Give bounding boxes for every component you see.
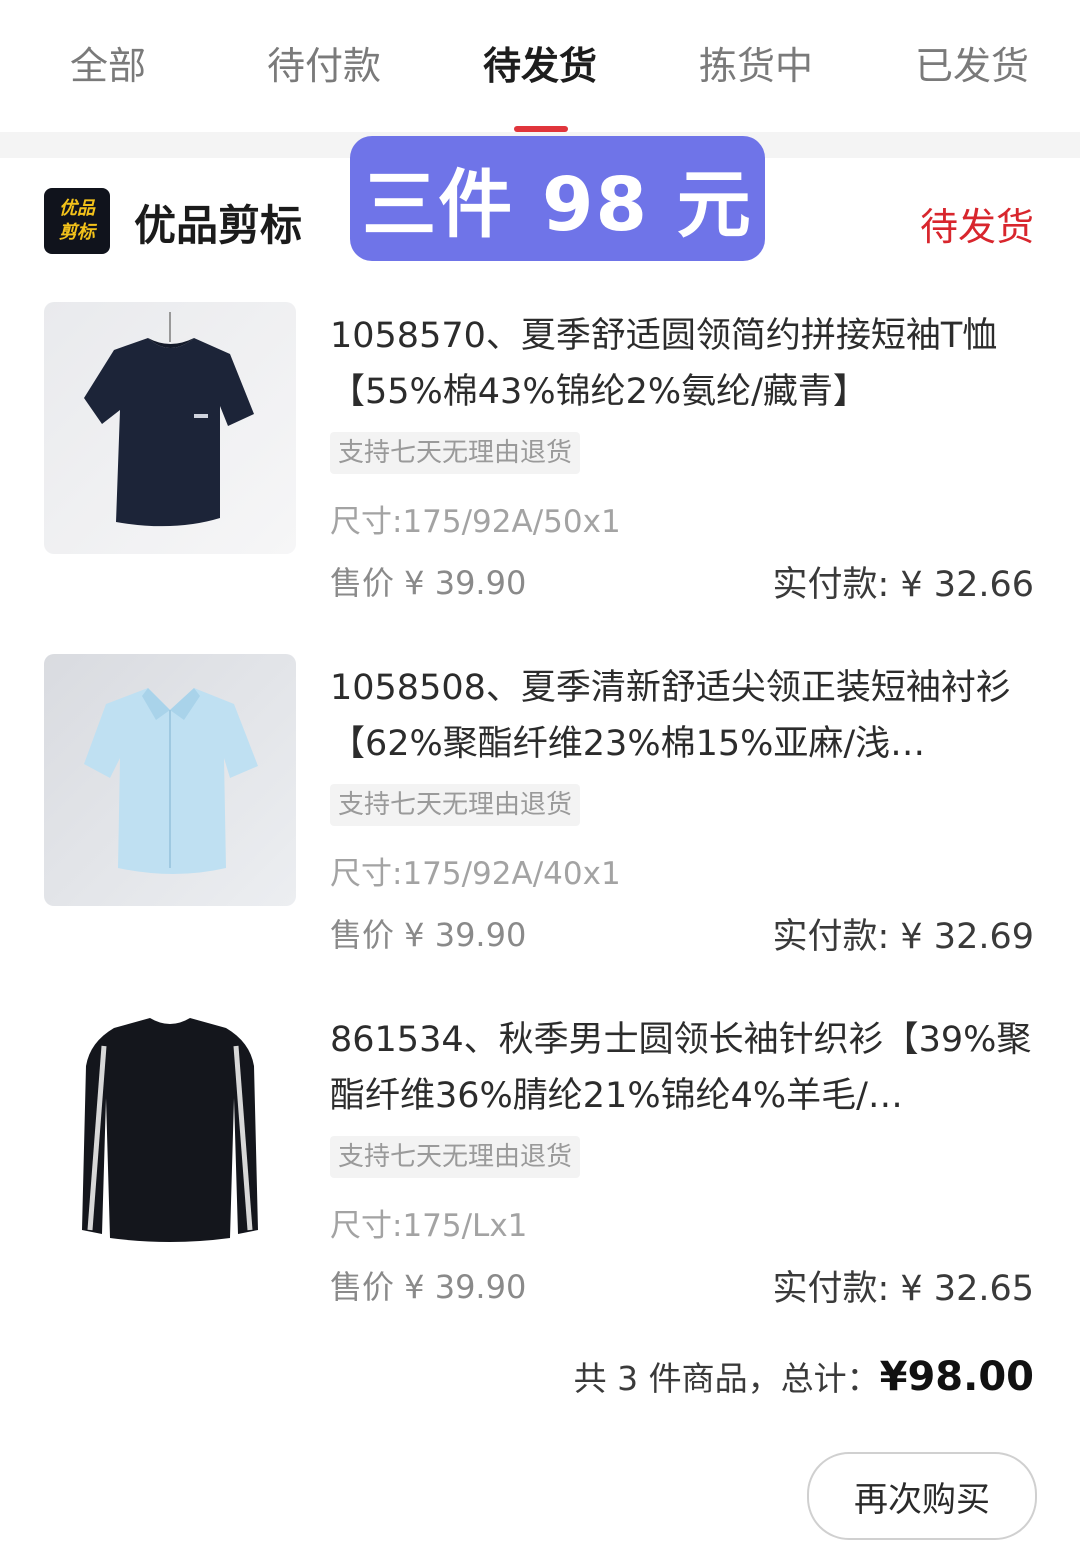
shop-logo-text: 优品 [59, 198, 95, 219]
product-spec: 尺寸:175/Lx1 [330, 1208, 528, 1244]
order-summary: 共 3 件商品，总计：¥98.00 [574, 1352, 1034, 1400]
return-policy-tag: 支持七天无理由退货 [330, 432, 581, 474]
shop-logo-text: 剪标 [59, 222, 95, 243]
tab-pending-payment[interactable]: 待付款 [216, 35, 432, 90]
product-title[interactable]: 1058570、夏季舒适圆领简约拼接短袖T恤【55%棉43%锦纶2%氨纶/藏青】 [330, 308, 1036, 420]
product-title[interactable]: 1058508、夏季清新舒适尖领正装短袖衬衫【62%聚酯纤维23%棉15%亚麻/… [330, 660, 1036, 772]
tab-picking[interactable]: 拣货中 [648, 35, 864, 90]
product-price: 售价 ¥ 39.90 [330, 1268, 527, 1306]
shop-logo[interactable]: 优品 剪标 [44, 188, 110, 254]
order-item[interactable]: 1058570、夏季舒适圆领简约拼接短袖T恤【55%棉43%锦纶2%氨纶/藏青】… [0, 302, 1080, 622]
order-total: ¥98.00 [879, 1354, 1034, 1400]
product-image-black-sweater[interactable] [44, 1006, 296, 1258]
buy-again-button[interactable]: 再次购买 [807, 1452, 1037, 1540]
item-count-text: 共 3 件商品，总计： [573, 1359, 880, 1398]
return-policy-tag: 支持七天无理由退货 [330, 1136, 581, 1178]
order-item[interactable]: 861534、秋季男士圆领长袖针织衫【39%聚酯纤维36%腈纶21%锦纶4%羊毛… [0, 1006, 1080, 1326]
tab-shipped[interactable]: 已发货 [864, 35, 1080, 90]
promo-banner: 三件 98 元 [350, 136, 765, 261]
product-price: 售价 ¥ 39.90 [330, 916, 527, 954]
product-price: 售价 ¥ 39.90 [330, 564, 527, 602]
product-image-light-blue-shirt[interactable] [44, 654, 296, 906]
return-policy-tag: 支持七天无理由退货 [330, 784, 581, 826]
product-image-navy-tshirt[interactable] [44, 302, 296, 554]
paid-amount: 实付款: ¥ 32.66 [772, 565, 1034, 605]
paid-amount: 实付款: ¥ 32.69 [772, 917, 1034, 957]
tab-all[interactable]: 全部 [0, 35, 216, 90]
paid-amount: 实付款: ¥ 32.65 [772, 1269, 1034, 1309]
order-status-tabs: 全部 待付款 待发货 拣货中 已发货 [0, 0, 1080, 132]
tab-pending-shipment[interactable]: 待发货 [432, 35, 648, 90]
product-spec: 尺寸:175/92A/50x1 [330, 504, 621, 540]
product-spec: 尺寸:175/92A/40x1 [330, 856, 621, 892]
order-item[interactable]: 1058508、夏季清新舒适尖领正装短袖衬衫【62%聚酯纤维23%棉15%亚麻/… [0, 654, 1080, 974]
order-status: 待发货 [919, 205, 1034, 249]
shop-name[interactable]: 优品剪标 [134, 192, 302, 253]
product-title[interactable]: 861534、秋季男士圆领长袖针织衫【39%聚酯纤维36%腈纶21%锦纶4%羊毛… [330, 1012, 1036, 1124]
